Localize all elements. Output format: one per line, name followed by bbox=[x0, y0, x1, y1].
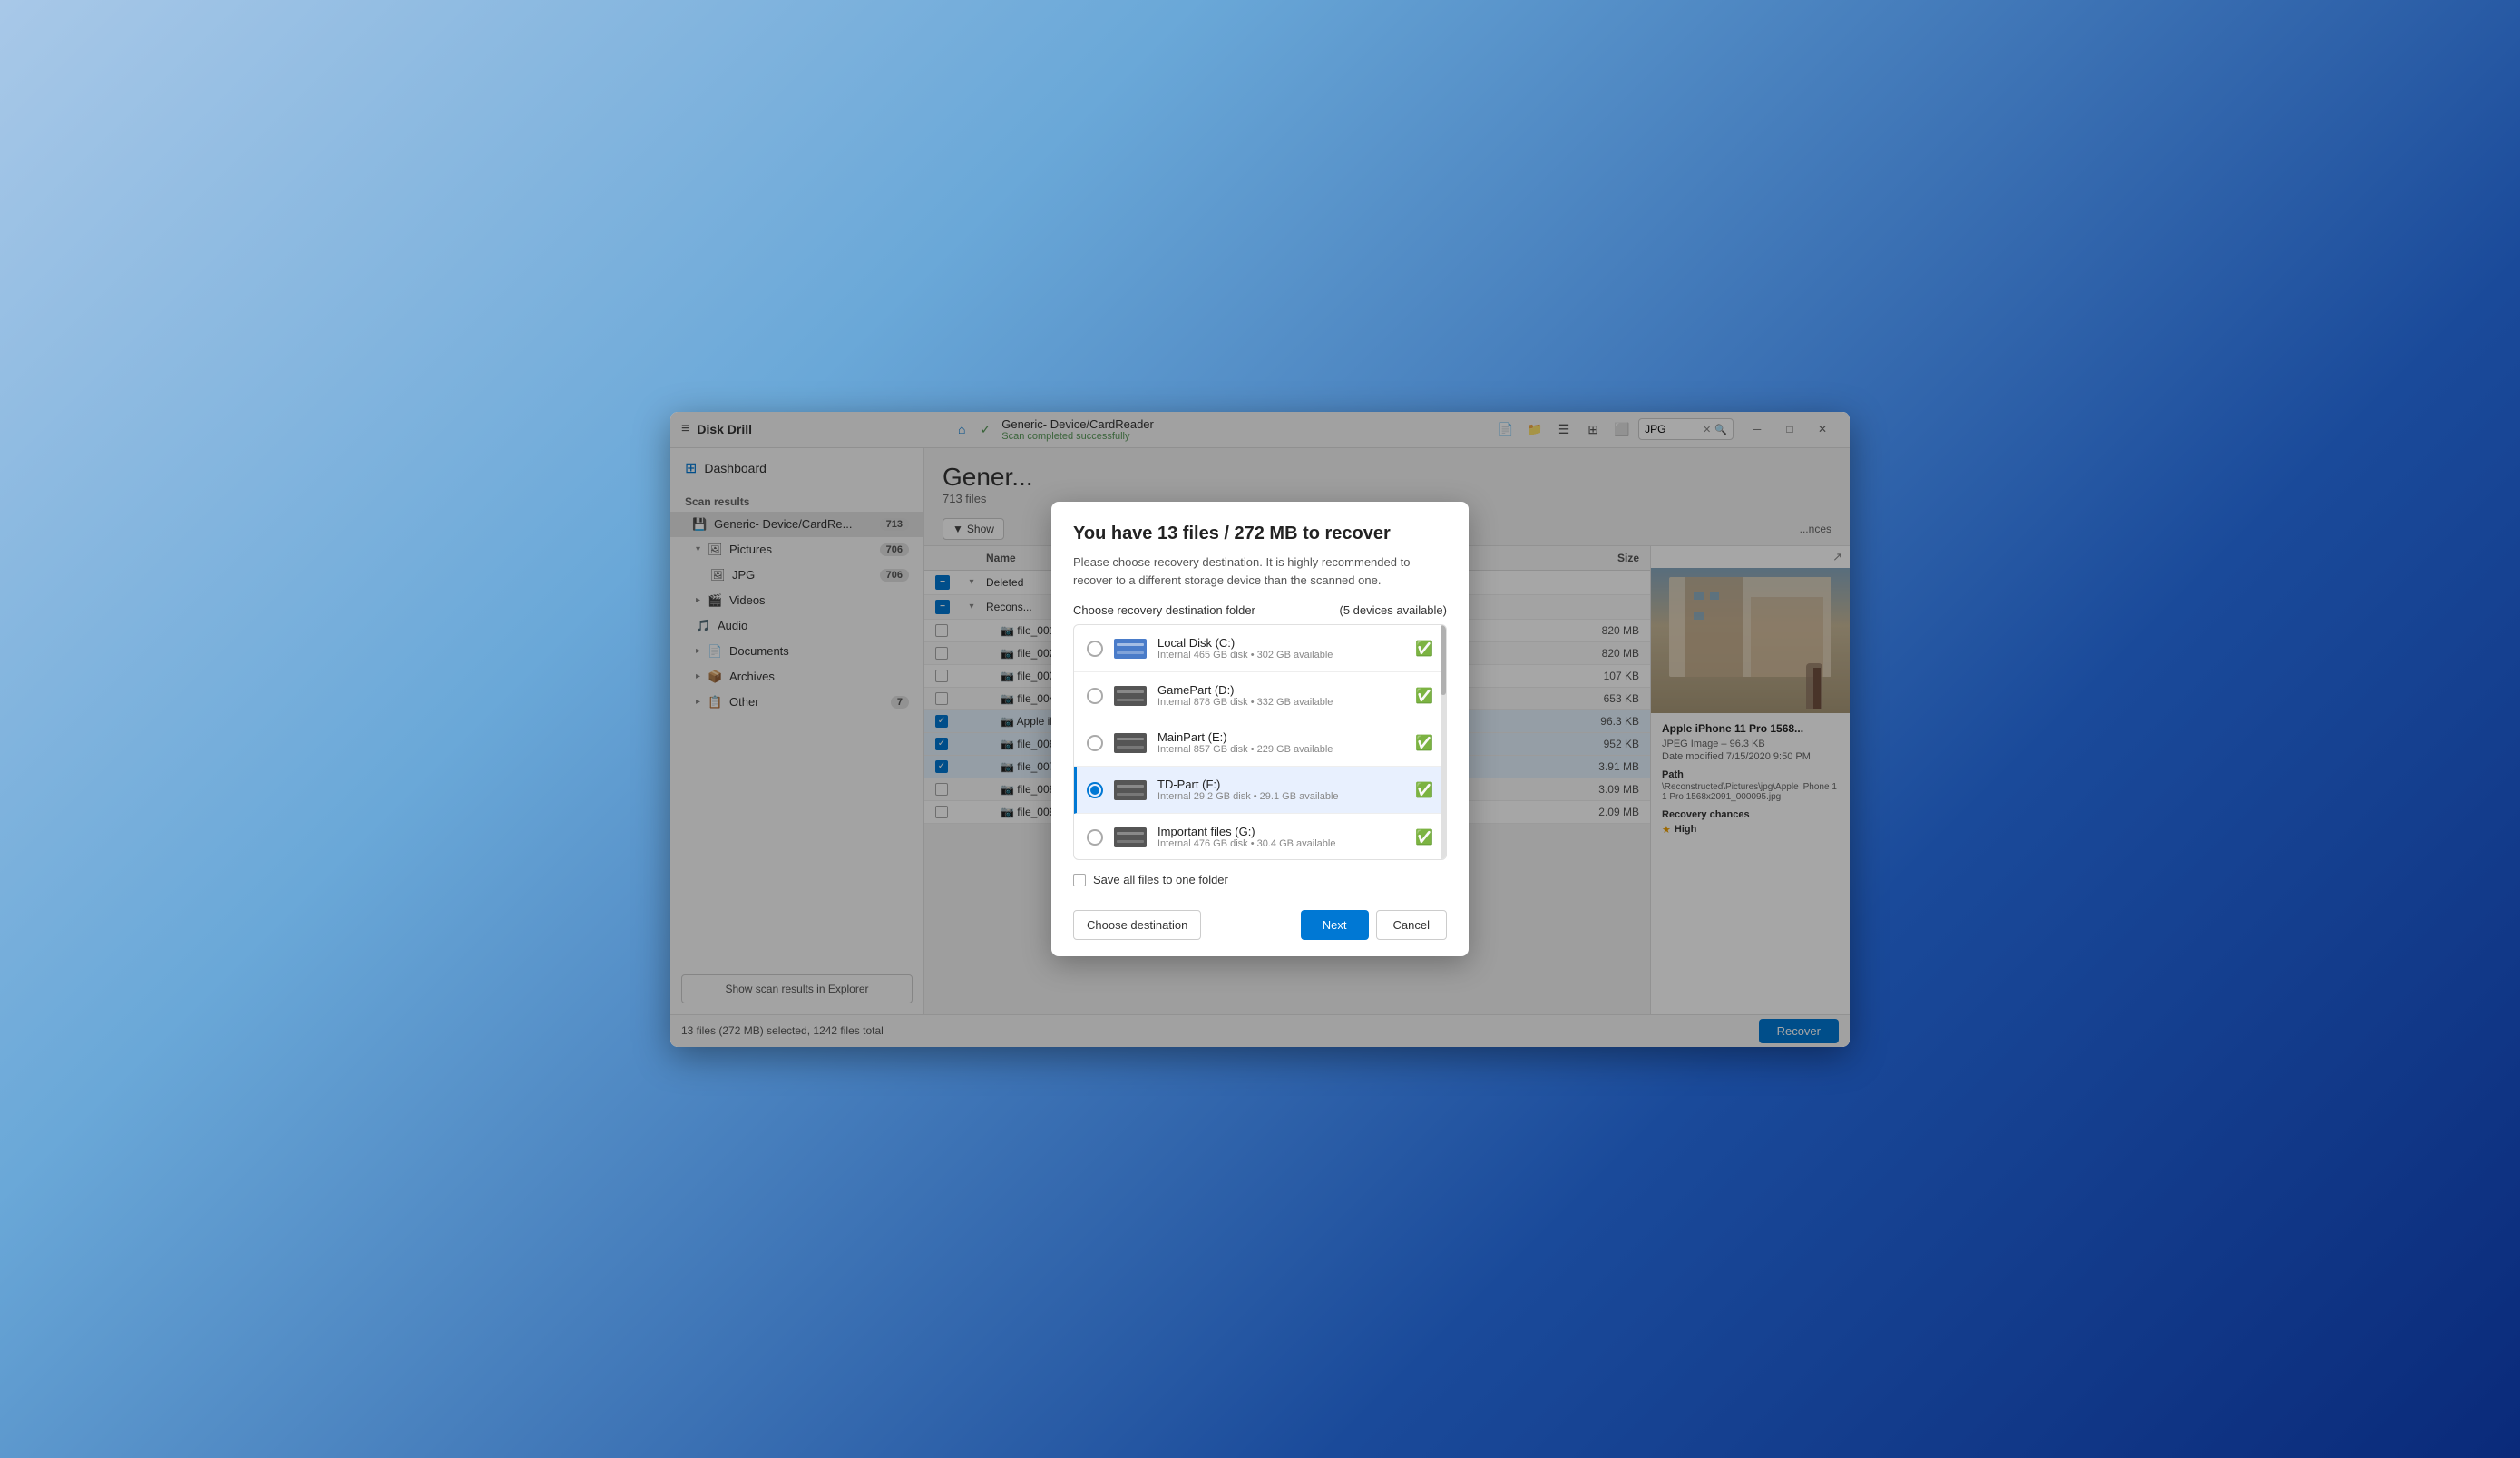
modal-footer-right: Next Cancel bbox=[1301, 910, 1447, 940]
scrollbar-thumb[interactable] bbox=[1441, 625, 1446, 695]
device-radio-d[interactable] bbox=[1087, 688, 1103, 704]
device-ok-icon-c: ✅ bbox=[1415, 640, 1433, 658]
cancel-button[interactable]: Cancel bbox=[1376, 910, 1447, 940]
device-info-e: MainPart (E:) Internal 857 GB disk • 229… bbox=[1157, 730, 1404, 755]
device-name-c: Local Disk (C:) bbox=[1157, 636, 1404, 650]
device-item-f[interactable]: TD-Part (F:) Internal 29.2 GB disk • 29.… bbox=[1074, 767, 1446, 814]
choose-destination-button[interactable]: Choose destination bbox=[1073, 910, 1201, 940]
device-info-f: TD-Part (F:) Internal 29.2 GB disk • 29.… bbox=[1157, 778, 1404, 802]
device-info-g: Important files (G:) Internal 476 GB dis… bbox=[1157, 825, 1404, 849]
device-meta-f: Internal 29.2 GB disk • 29.1 GB availabl… bbox=[1157, 791, 1404, 802]
device-item-d[interactable]: GamePart (D:) Internal 878 GB disk • 332… bbox=[1074, 672, 1446, 719]
device-meta-d: Internal 878 GB disk • 332 GB available bbox=[1157, 697, 1404, 708]
device-icon-c bbox=[1114, 639, 1147, 659]
modal-footer: Choose destination Next Cancel bbox=[1051, 899, 1469, 956]
device-icon-e bbox=[1114, 733, 1147, 753]
choose-dest-label: Choose recovery destination folder bbox=[1073, 603, 1255, 617]
device-radio-g[interactable] bbox=[1087, 829, 1103, 846]
device-list[interactable]: Local Disk (C:) Internal 465 GB disk • 3… bbox=[1073, 624, 1447, 860]
device-name-e: MainPart (E:) bbox=[1157, 730, 1404, 744]
device-name-g: Important files (G:) bbox=[1157, 825, 1404, 838]
app-window: ≡ Disk Drill ⌂ ✓ Generic- Device/CardRea… bbox=[670, 412, 1850, 1047]
device-meta-c: Internal 465 GB disk • 302 GB available bbox=[1157, 650, 1404, 661]
device-ok-icon-d: ✅ bbox=[1415, 687, 1433, 705]
device-radio-c[interactable] bbox=[1087, 641, 1103, 657]
device-radio-e[interactable] bbox=[1087, 735, 1103, 751]
device-item-e[interactable]: MainPart (E:) Internal 857 GB disk • 229… bbox=[1074, 719, 1446, 767]
modal-description: Please choose recovery destination. It i… bbox=[1073, 553, 1447, 589]
radio-dot-f bbox=[1090, 786, 1099, 795]
modal-title: You have 13 files / 272 MB to recover bbox=[1073, 524, 1447, 544]
save-folder-row: Save all files to one folder bbox=[1051, 860, 1469, 899]
save-folder-checkbox[interactable] bbox=[1073, 874, 1086, 886]
modal-body: You have 13 files / 272 MB to recover Pl… bbox=[1051, 502, 1469, 860]
devices-count-label: (5 devices available) bbox=[1339, 603, 1447, 617]
device-icon-g bbox=[1114, 827, 1147, 847]
recovery-modal: You have 13 files / 272 MB to recover Pl… bbox=[1051, 502, 1469, 956]
device-meta-g: Internal 476 GB disk • 30.4 GB available bbox=[1157, 838, 1404, 849]
modal-overlay: You have 13 files / 272 MB to recover Pl… bbox=[670, 412, 1850, 1047]
device-ok-icon-e: ✅ bbox=[1415, 734, 1433, 752]
device-item-c[interactable]: Local Disk (C:) Internal 465 GB disk • 3… bbox=[1074, 625, 1446, 672]
device-name-d: GamePart (D:) bbox=[1157, 683, 1404, 697]
next-button[interactable]: Next bbox=[1301, 910, 1369, 940]
save-folder-label[interactable]: Save all files to one folder bbox=[1093, 873, 1228, 886]
modal-section-title: Choose recovery destination folder (5 de… bbox=[1073, 603, 1447, 617]
device-icon-f bbox=[1114, 780, 1147, 800]
device-name-f: TD-Part (F:) bbox=[1157, 778, 1404, 791]
device-ok-icon-f: ✅ bbox=[1415, 781, 1433, 799]
scrollbar-track[interactable] bbox=[1441, 625, 1446, 859]
device-icon-d bbox=[1114, 686, 1147, 706]
device-meta-e: Internal 857 GB disk • 229 GB available bbox=[1157, 744, 1404, 755]
device-info-d: GamePart (D:) Internal 878 GB disk • 332… bbox=[1157, 683, 1404, 708]
device-ok-icon-g: ✅ bbox=[1415, 828, 1433, 846]
device-radio-f[interactable] bbox=[1087, 782, 1103, 798]
device-item-g[interactable]: Important files (G:) Internal 476 GB dis… bbox=[1074, 814, 1446, 860]
device-info-c: Local Disk (C:) Internal 465 GB disk • 3… bbox=[1157, 636, 1404, 661]
